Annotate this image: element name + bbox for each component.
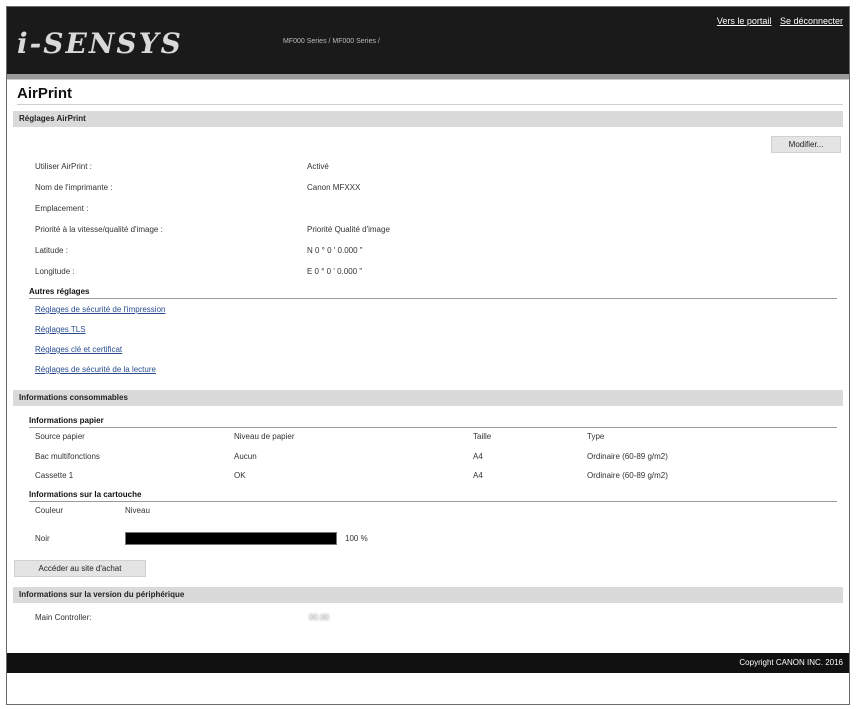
cartridge-info-title: Informations sur la cartouche	[29, 490, 142, 499]
setting-value: N 0 ° 0 ' 0.000 "	[307, 246, 363, 255]
cartridge-color: Noir	[35, 534, 50, 543]
table-cell-level: Aucun	[234, 452, 257, 461]
setting-label: Priorité à la vitesse/qualité d'image :	[35, 225, 163, 234]
table-cell-size: A4	[473, 452, 483, 461]
column-header: Niveau de papier	[234, 432, 295, 441]
toner-level-meter	[125, 532, 337, 545]
table-cell-source: Cassette 1	[35, 471, 74, 480]
footer: Copyright CANON INC. 2016	[7, 653, 849, 673]
logout-link[interactable]: Se déconnecter	[780, 16, 843, 26]
page-title: AirPrint	[17, 85, 73, 102]
device-model: MF000 Series / MF000 Series /	[283, 38, 380, 45]
paper-info-divider	[29, 427, 837, 428]
setting-label: Longitude :	[35, 267, 75, 276]
version-label: Main Controller:	[35, 613, 92, 622]
header-strip-light	[7, 79, 849, 80]
other-settings-title: Autres réglages	[29, 287, 90, 296]
cartridge-info-divider	[29, 501, 837, 502]
brand-logo: i-SENSYS	[17, 27, 183, 60]
section-device-version: Informations sur la version du périphéri…	[13, 587, 843, 603]
column-header: Couleur	[35, 506, 64, 515]
title-divider	[17, 104, 843, 105]
setting-value: E 0 ° 0 ' 0.000 "	[307, 267, 363, 276]
other-settings-divider	[29, 298, 837, 299]
column-header: Source papier	[35, 432, 85, 441]
setting-label: Latitude :	[35, 246, 68, 255]
version-value: 00.00	[309, 613, 330, 622]
paper-info-title: Informations papier	[29, 416, 104, 425]
portal-link[interactable]: Vers le portail	[717, 16, 772, 26]
scan-security-link[interactable]: Réglages de sécurité de la lecture	[35, 365, 156, 374]
tls-settings-link[interactable]: Réglages TLS	[35, 325, 86, 334]
table-cell-source: Bac multifonctions	[35, 452, 100, 461]
key-certificate-link[interactable]: Réglages clé et certificat	[35, 345, 122, 354]
purchase-site-button[interactable]: Accéder au site d'achat	[14, 560, 146, 577]
column-header: Taille	[473, 432, 492, 441]
table-cell-type: Ordinaire (60-89 g/m2)	[587, 452, 668, 461]
setting-label: Utiliser AirPrint :	[35, 162, 92, 171]
section-consumables: Informations consommables	[13, 390, 843, 406]
column-header: Type	[587, 432, 605, 441]
header-links: Vers le portail Se déconnecter	[711, 16, 843, 26]
toner-level-text: 100 %	[345, 534, 368, 543]
setting-value: Canon MFXXX	[307, 183, 361, 192]
edit-button[interactable]: Modifier...	[771, 136, 841, 153]
setting-value: Activé	[307, 162, 329, 171]
toner-level-fill	[126, 533, 336, 544]
browser-page: i-SENSYS MF000 Series / MF000 Series / V…	[6, 6, 850, 705]
header: i-SENSYS MF000 Series / MF000 Series / V…	[7, 7, 849, 74]
print-security-link[interactable]: Réglages de sécurité de l'impression	[35, 305, 165, 314]
setting-label: Emplacement :	[35, 204, 89, 213]
table-cell-type: Ordinaire (60-89 g/m2)	[587, 471, 668, 480]
setting-label: Nom de l'imprimante :	[35, 183, 113, 192]
column-header: Niveau	[125, 506, 150, 515]
section-airprint-settings: Réglages AirPrint	[13, 111, 843, 127]
copyright-text: Copyright CANON INC. 2016	[739, 658, 843, 667]
table-cell-level: OK	[234, 471, 246, 480]
table-cell-size: A4	[473, 471, 483, 480]
setting-value: Priorité Qualité d'image	[307, 225, 390, 234]
